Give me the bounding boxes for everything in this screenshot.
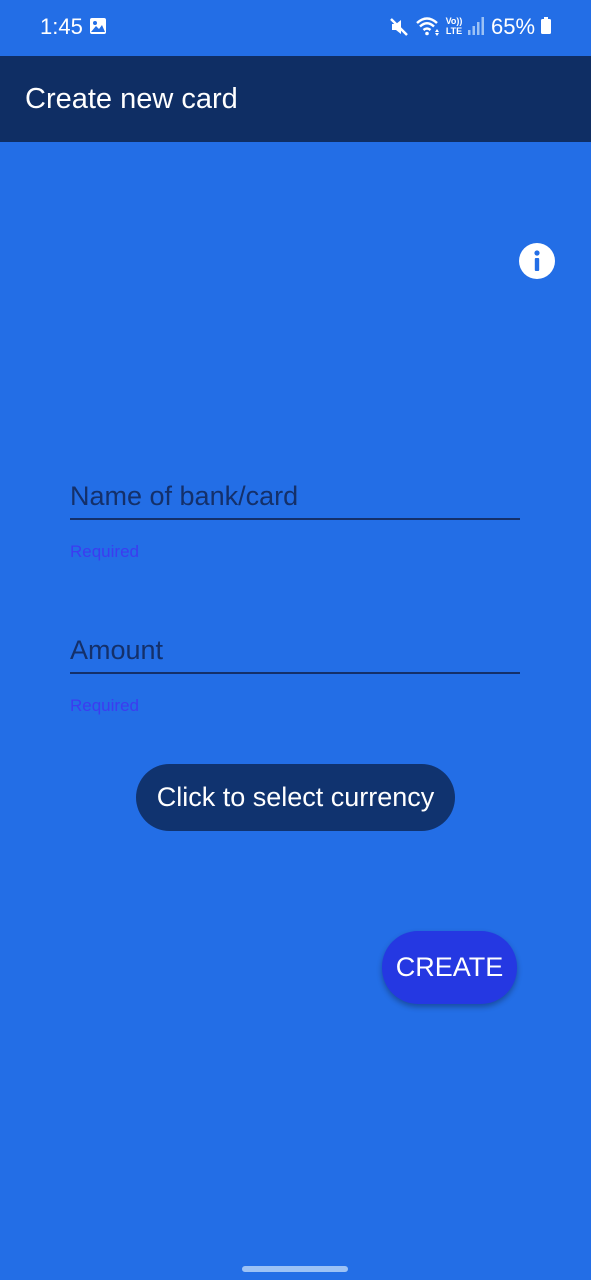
volte-icon: Vo)) LTE [445, 16, 463, 36]
status-time: 1:45 [40, 14, 83, 39]
amount-helper-text: Required [70, 696, 139, 715]
signal-icon [468, 17, 484, 35]
bank-name-input[interactable] [70, 480, 520, 520]
wifi-icon [416, 17, 439, 36]
battery-icon [541, 17, 551, 34]
bank-name-field: Required [70, 480, 520, 561]
status-bar: 1:45 Vo)) LTE 65% [0, 0, 591, 56]
battery-percentage: 65% [491, 14, 536, 39]
create-button[interactable]: CREATE [382, 931, 517, 1004]
bank-name-helper-text: Required [70, 542, 139, 561]
gallery-icon [90, 18, 106, 34]
info-icon[interactable] [518, 242, 556, 280]
page-title: Create new card [25, 83, 238, 115]
select-currency-button[interactable]: Click to select currency [136, 764, 455, 831]
amount-field: Required [70, 634, 520, 715]
gesture-nav-handle[interactable] [242, 1266, 348, 1272]
amount-input[interactable] [70, 634, 520, 674]
app-bar: Create new card [0, 56, 591, 142]
mute-icon [390, 18, 408, 36]
